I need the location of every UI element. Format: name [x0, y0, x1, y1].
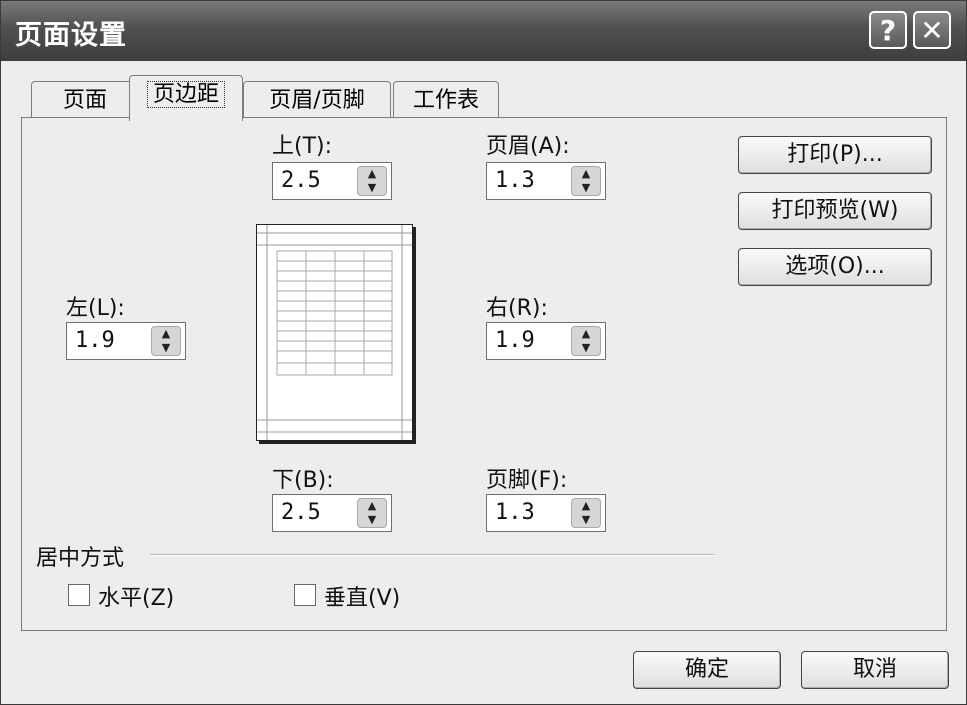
- up-arrow-icon[interactable]: ▲: [572, 327, 600, 341]
- tab-header-footer[interactable]: 页眉/页脚: [243, 81, 391, 119]
- close-icon: ✕: [920, 14, 944, 47]
- up-arrow-icon[interactable]: ▲: [572, 167, 600, 181]
- left-margin-label: 左(L):: [66, 296, 125, 321]
- horizontal-checkbox[interactable]: [68, 584, 90, 606]
- tab-margins-label: 页边距: [146, 81, 225, 108]
- up-arrow-icon[interactable]: ▲: [358, 167, 386, 181]
- up-arrow-icon[interactable]: ▲: [152, 327, 180, 341]
- down-arrow-icon[interactable]: ▼: [358, 181, 386, 195]
- header-margin-value[interactable]: 1.3: [495, 168, 535, 193]
- spin-buttons[interactable]: ▲ ▼: [571, 326, 601, 356]
- footer-margin-spinner[interactable]: 1.3 ▲ ▼: [486, 494, 606, 532]
- top-margin-spinner[interactable]: 2.5 ▲ ▼: [272, 162, 392, 200]
- spin-buttons[interactable]: ▲ ▼: [357, 498, 387, 528]
- left-margin-value[interactable]: 1.9: [75, 328, 115, 353]
- margins-panel: 上(T): 2.5 ▲ ▼ 页眉(A): 1.3 ▲ ▼ 左(L): 1.9 ▲ ▼ …: [21, 117, 947, 631]
- spin-buttons[interactable]: ▲ ▼: [571, 498, 601, 528]
- vertical-label[interactable]: 垂直(V): [324, 580, 400, 612]
- tab-page[interactable]: 页面: [31, 81, 139, 119]
- down-arrow-icon[interactable]: ▼: [572, 181, 600, 195]
- tab-margins[interactable]: 页边距: [129, 75, 243, 121]
- print-preview-button[interactable]: 打印预览(W): [738, 192, 932, 230]
- print-button[interactable]: 打印(P)...: [738, 136, 932, 174]
- right-margin-label: 右(R):: [486, 296, 548, 321]
- help-icon: ?: [879, 14, 897, 47]
- ok-button[interactable]: 确定: [633, 651, 781, 689]
- tab-sheet[interactable]: 工作表: [393, 81, 499, 119]
- right-margin-spinner[interactable]: 1.9 ▲ ▼: [486, 322, 606, 360]
- title-bar: 页面设置 ? ✕: [1, 1, 966, 61]
- dialog-title: 页面设置: [15, 20, 127, 51]
- page-setup-dialog: 页面设置 ? ✕ 页面 页边距 页眉/页脚 工作表 上(T): 2.5 ▲ ▼ 页…: [0, 0, 967, 705]
- up-arrow-icon[interactable]: ▲: [572, 499, 600, 513]
- vertical-checkbox[interactable]: [294, 584, 316, 606]
- bottom-margin-spinner[interactable]: 2.5 ▲ ▼: [272, 494, 392, 532]
- left-margin-spinner[interactable]: 1.9 ▲ ▼: [66, 322, 186, 360]
- close-button[interactable]: ✕: [913, 11, 951, 49]
- footer-margin-label: 页脚(F):: [486, 468, 568, 493]
- footer-margin-value[interactable]: 1.3: [495, 500, 535, 525]
- header-margin-label: 页眉(A):: [486, 134, 570, 159]
- centering-group-title: 居中方式: [36, 546, 125, 571]
- down-arrow-icon[interactable]: ▼: [358, 513, 386, 527]
- spin-buttons[interactable]: ▲ ▼: [151, 326, 181, 356]
- spin-buttons[interactable]: ▲ ▼: [571, 166, 601, 196]
- help-button[interactable]: ?: [869, 11, 907, 49]
- right-margin-value[interactable]: 1.9: [495, 328, 535, 353]
- top-margin-label: 上(T):: [272, 134, 333, 159]
- top-margin-value[interactable]: 2.5: [281, 168, 321, 193]
- group-divider: [150, 554, 715, 556]
- page-preview-graphic: [257, 225, 412, 440]
- horizontal-label[interactable]: 水平(Z): [98, 580, 174, 612]
- up-arrow-icon[interactable]: ▲: [358, 499, 386, 513]
- page-preview: [256, 224, 413, 441]
- spin-buttons[interactable]: ▲ ▼: [357, 166, 387, 196]
- down-arrow-icon[interactable]: ▼: [152, 341, 180, 355]
- options-button[interactable]: 选项(O)...: [738, 248, 932, 286]
- cancel-button[interactable]: 取消: [801, 651, 949, 689]
- header-margin-spinner[interactable]: 1.3 ▲ ▼: [486, 162, 606, 200]
- down-arrow-icon[interactable]: ▼: [572, 341, 600, 355]
- bottom-margin-value[interactable]: 2.5: [281, 500, 321, 525]
- bottom-margin-label: 下(B):: [272, 468, 334, 493]
- down-arrow-icon[interactable]: ▼: [572, 513, 600, 527]
